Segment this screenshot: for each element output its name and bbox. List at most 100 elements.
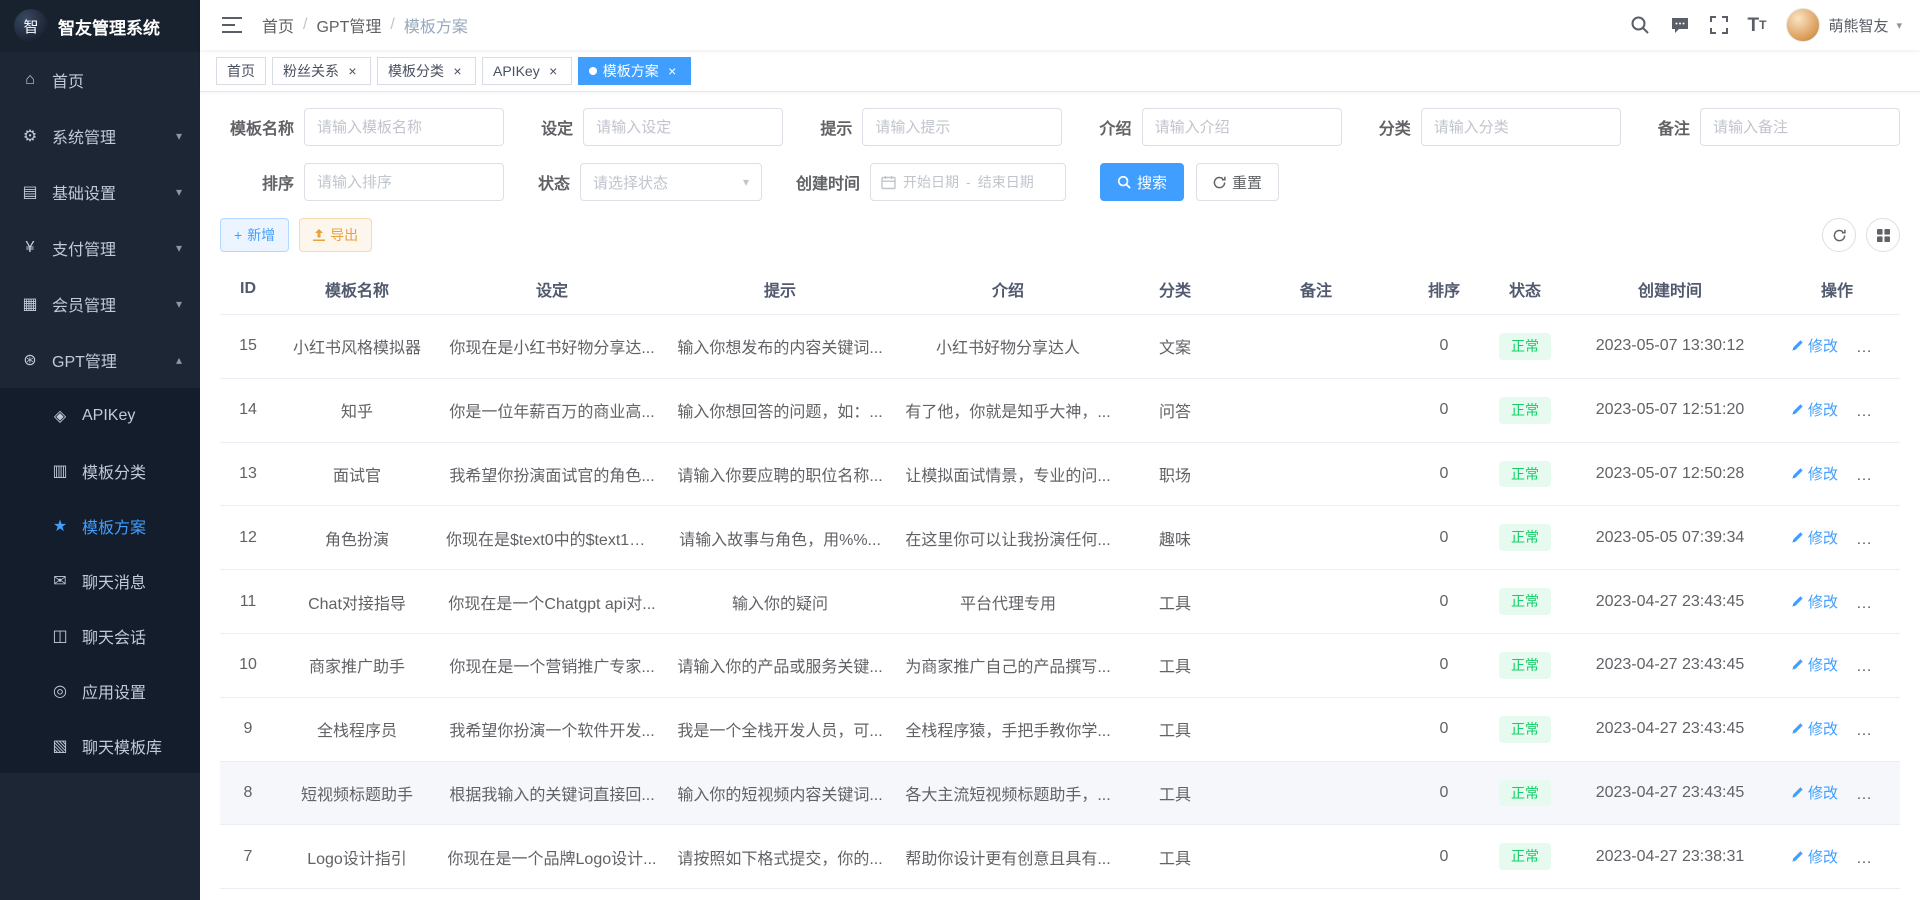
column-header: 分类 <box>1122 264 1228 315</box>
library-icon: ▧ <box>48 736 72 756</box>
cell-sort: 0 <box>1404 378 1484 442</box>
close-icon[interactable]: × <box>665 63 680 78</box>
cell-intro: 平台代理专用 <box>894 570 1122 634</box>
reset-button[interactable]: 重置 <box>1196 163 1279 201</box>
cell-name: 小红书风格模拟器 <box>276 315 438 379</box>
cell-prompt: 请按照如下格式提交，你的... <box>666 825 894 889</box>
sidebar-item-app-settings[interactable]: ◎应用设置 <box>0 663 200 718</box>
cell-category: 工具 <box>1122 825 1228 889</box>
cell-sort: 0 <box>1404 570 1484 634</box>
cell-id: 11 <box>220 570 276 634</box>
sidebar-item-label: 支付管理 <box>52 236 116 260</box>
filter-field-0: 模板名称 <box>220 108 504 146</box>
edit-button[interactable]: 修改 <box>1791 527 1838 548</box>
edit-button[interactable]: 修改 <box>1791 463 1838 484</box>
filter-label: 状态 <box>538 170 570 194</box>
filter-input[interactable] <box>862 108 1062 146</box>
date-range-picker[interactable]: 开始日期 - 结束日期 <box>870 163 1066 201</box>
edit-button[interactable]: 修改 <box>1791 399 1838 420</box>
sidebar-item-basic[interactable]: ▤基础设置▾ <box>0 164 200 220</box>
app-root: 智友管理系统 智 智友管理系统 ⌂首页⚙系统管理▾▤基础设置▾¥支付管理▾▦会员… <box>0 0 1920 900</box>
sidebar-item-label: 模板方案 <box>82 514 146 538</box>
filter-input[interactable] <box>304 108 504 146</box>
sidebar-item-label: 应用设置 <box>82 679 146 703</box>
filter-label: 分类 <box>1379 115 1411 139</box>
cell-category: 工具 <box>1122 570 1228 634</box>
tag-模板分类[interactable]: 模板分类× <box>377 57 476 85</box>
search-icon[interactable] <box>1630 15 1650 35</box>
filter-input[interactable] <box>1700 108 1900 146</box>
export-button[interactable]: 导出 <box>299 218 372 252</box>
tag-粉丝关系[interactable]: 粉丝关系× <box>272 57 371 85</box>
sidebar-item-gpt[interactable]: ⊛GPT管理▴ <box>0 332 200 388</box>
cell-name: 短视频标题助手 <box>276 761 438 825</box>
breadcrumb: 首页 / GPT管理 / 模板方案 <box>262 13 468 37</box>
cell-setting: 我希望你扮演一个软件开发... <box>438 697 666 761</box>
edit-button-label: 修改 <box>1808 527 1838 548</box>
refresh-icon[interactable] <box>1822 218 1856 252</box>
toolbar: + 新增 导出 <box>220 218 1900 252</box>
tag-模板方案[interactable]: 模板方案× <box>578 57 691 85</box>
filter-label: 创建时间 <box>796 170 860 194</box>
filter-input[interactable] <box>1421 108 1621 146</box>
status-badge: 正常 <box>1499 780 1551 807</box>
edit-button[interactable]: 修改 <box>1791 654 1838 675</box>
message-icon[interactable] <box>1670 15 1690 35</box>
tag-首页[interactable]: 首页 <box>216 57 266 85</box>
app-logo[interactable]: 智友管理系统 智 智友管理系统 <box>0 0 200 52</box>
filter-input[interactable] <box>583 108 783 146</box>
sidebar-item-chat-template-lib[interactable]: ▧聊天模板库 <box>0 718 200 773</box>
search-button-label: 搜索 <box>1137 172 1167 193</box>
status-select[interactable]: 请选择状态 ▾ <box>580 163 762 201</box>
gear-icon: ⚙ <box>18 126 42 146</box>
sidebar-item-home[interactable]: ⌂首页 <box>0 52 200 108</box>
search-button[interactable]: 搜索 <box>1100 163 1184 201</box>
breadcrumb-gpt[interactable]: GPT管理 <box>316 13 381 37</box>
cell-sort: 0 <box>1404 825 1484 889</box>
chevron-down-icon: ▾ <box>176 297 182 311</box>
edit-button-label: 修改 <box>1808 846 1838 867</box>
close-icon[interactable]: × <box>450 63 465 78</box>
sidebar-item-apikey[interactable]: ◈APIKey <box>0 388 200 443</box>
fullscreen-icon[interactable] <box>1710 16 1728 34</box>
cell-id: 8 <box>220 761 276 825</box>
filter-input[interactable] <box>1142 108 1342 146</box>
edit-button[interactable]: 修改 <box>1791 846 1838 867</box>
sort-input[interactable] <box>304 163 504 201</box>
filter-label: 介绍 <box>1100 115 1132 139</box>
column-header: 创建时间 <box>1566 264 1774 315</box>
font-size-icon[interactable]: TT <box>1748 16 1767 35</box>
add-button[interactable]: + 新增 <box>220 218 289 252</box>
sidebar-item-label: 模板分类 <box>82 459 146 483</box>
sidebar-item-template-plan[interactable]: ★模板方案 <box>0 498 200 553</box>
chevron-down-icon: ▾ <box>1896 19 1902 32</box>
cell-status: 正常 <box>1484 315 1566 379</box>
cell-created: 2023-04-27 23:38:31 <box>1566 889 1774 900</box>
sidebar-item-payment[interactable]: ¥支付管理▾ <box>0 220 200 276</box>
edit-button[interactable]: 修改 <box>1791 591 1838 612</box>
edit-button-label: 修改 <box>1808 463 1838 484</box>
cell-intro: 在这里你可以让我扮演任何... <box>894 506 1122 570</box>
columns-toggle-icon[interactable] <box>1866 218 1900 252</box>
filter-label: 提示 <box>820 115 852 139</box>
edit-button[interactable]: 修改 <box>1791 335 1838 356</box>
close-icon[interactable]: × <box>546 63 561 78</box>
end-date-placeholder: 结束日期 <box>978 172 1034 192</box>
sidebar-item-system[interactable]: ⚙系统管理▾ <box>0 108 200 164</box>
sidebar-item-template-category[interactable]: ▥模板分类 <box>0 443 200 498</box>
message-icon: ✉ <box>48 571 72 591</box>
edit-button[interactable]: 修改 <box>1791 782 1838 803</box>
hamburger-icon[interactable] <box>218 12 246 38</box>
delete-button-label: 删除 <box>1873 527 1900 548</box>
close-icon[interactable]: × <box>345 63 360 78</box>
sidebar-item-label: 首页 <box>52 68 84 92</box>
sidebar-item-chat-message[interactable]: ✉聊天消息 <box>0 553 200 608</box>
sidebar-item-chat-session[interactable]: ◫聊天会话 <box>0 608 200 663</box>
user-menu[interactable]: 萌熊智友 ▾ <box>1786 8 1902 42</box>
edit-button[interactable]: 修改 <box>1791 718 1838 739</box>
cell-setting: 你现在是一个图像画面提示... <box>438 889 666 900</box>
tag-APIKey[interactable]: APIKey× <box>482 57 572 85</box>
sidebar-item-member[interactable]: ▦会员管理▾ <box>0 276 200 332</box>
breadcrumb-home[interactable]: 首页 <box>262 13 294 37</box>
cell-name: 知乎 <box>276 378 438 442</box>
